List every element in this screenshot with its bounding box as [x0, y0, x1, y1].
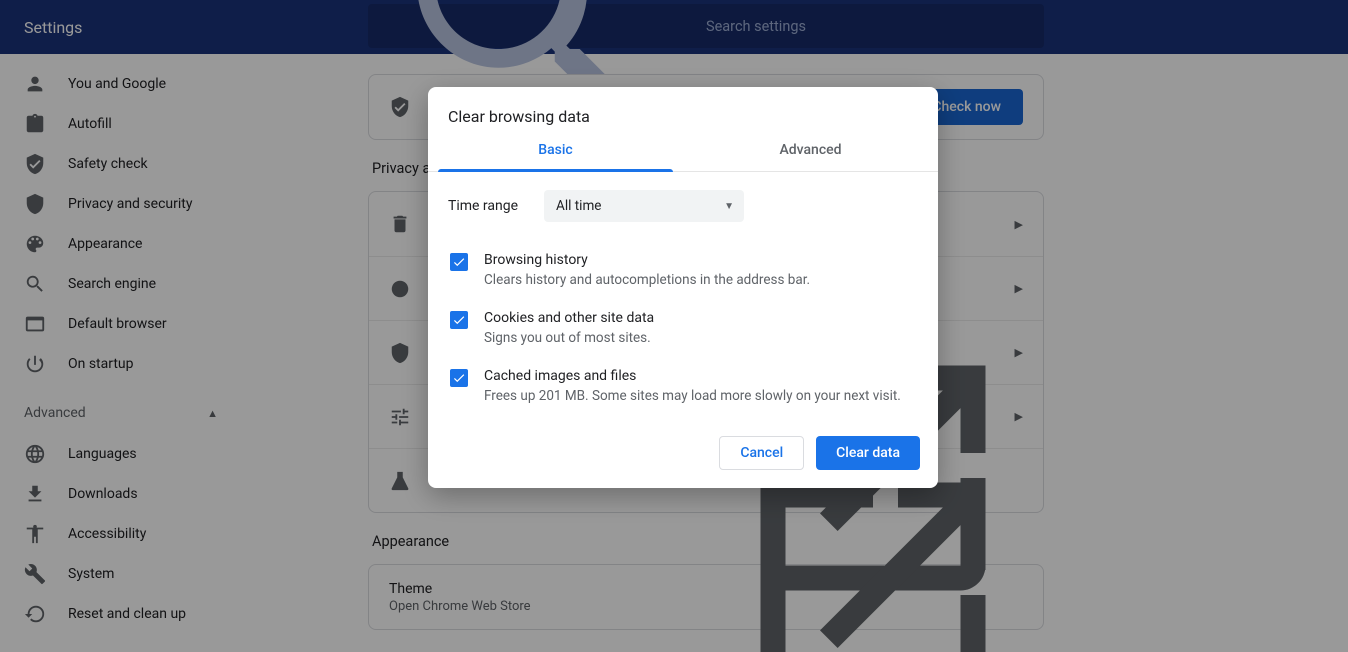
checkbox-cached[interactable]: [450, 369, 468, 387]
dialog-title: Clear browsing data: [428, 87, 938, 142]
option-title: Cookies and other site data: [484, 310, 654, 326]
option-browsing-history: Browsing history Clears history and auto…: [448, 242, 918, 300]
checkbox-cookies[interactable]: [450, 311, 468, 329]
tab-advanced[interactable]: Advanced: [683, 142, 938, 171]
checkbox-browsing-history[interactable]: [450, 253, 468, 271]
time-range-select[interactable]: All time ▼: [544, 190, 744, 222]
option-sub: Frees up 201 MB. Some sites may load mor…: [484, 387, 901, 406]
option-cookies: Cookies and other site data Signs you ou…: [448, 300, 918, 358]
dialog-tabs: Basic Advanced: [428, 142, 938, 172]
option-title: Cached images and files: [484, 368, 901, 384]
tab-basic[interactable]: Basic: [428, 142, 683, 171]
time-range-value: All time: [556, 198, 601, 214]
time-range-label: Time range: [448, 198, 518, 214]
cancel-button[interactable]: Cancel: [719, 436, 804, 470]
chevron-down-icon: ▼: [724, 201, 734, 212]
clear-data-button[interactable]: Clear data: [816, 436, 920, 470]
option-sub: Signs you out of most sites.: [484, 329, 654, 348]
option-sub: Clears history and autocompletions in th…: [484, 271, 810, 290]
option-title: Browsing history: [484, 252, 810, 268]
option-cached: Cached images and files Frees up 201 MB.…: [448, 358, 918, 416]
clear-browsing-data-dialog: Clear browsing data Basic Advanced Time …: [428, 87, 938, 488]
